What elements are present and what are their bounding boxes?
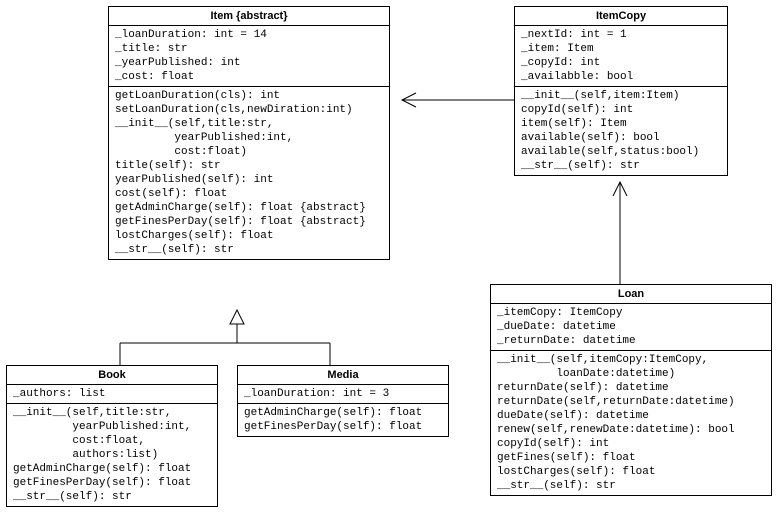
class-loan-title: Loan: [491, 285, 771, 304]
class-itemcopy-title: ItemCopy: [515, 7, 727, 26]
class-media-title: Media: [238, 366, 448, 385]
class-media: Media _loanDuration: int = 3 getAdminCha…: [237, 365, 449, 437]
class-book-title: Book: [7, 366, 217, 385]
class-media-attrs: _loanDuration: int = 3: [238, 385, 448, 404]
class-book-ops: __init__(self,title:str, yearPublished:i…: [7, 404, 217, 506]
class-media-ops: getAdminCharge(self): float getFinesPerD…: [238, 404, 448, 436]
class-item-title: Item {abstract}: [109, 7, 389, 26]
class-itemcopy-ops: __init__(self,item:Item) copyId(self): i…: [515, 87, 727, 175]
class-loan-ops: __init__(self,itemCopy:ItemCopy, loanDat…: [491, 351, 771, 495]
arrow-icon: [402, 93, 416, 107]
class-book-attrs: _authors: list: [7, 385, 217, 404]
triangle-icon: [230, 310, 244, 324]
class-item-ops: getLoanDuration(cls): int setLoanDuratio…: [109, 87, 389, 259]
class-item: Item {abstract} _loanDuration: int = 14 …: [108, 6, 390, 260]
class-loan: Loan _itemCopy: ItemCopy _dueDate: datet…: [490, 284, 772, 496]
class-itemcopy-attrs: _nextId: int = 1 _item: Item _copyId: in…: [515, 26, 727, 87]
class-book: Book _authors: list __init__(self,title:…: [6, 365, 218, 507]
arrow-icon: [613, 182, 627, 196]
class-item-attrs: _loanDuration: int = 14 _title: str _yea…: [109, 26, 389, 87]
class-itemcopy: ItemCopy _nextId: int = 1 _item: Item _c…: [514, 6, 728, 176]
class-loan-attrs: _itemCopy: ItemCopy _dueDate: datetime _…: [491, 304, 771, 351]
